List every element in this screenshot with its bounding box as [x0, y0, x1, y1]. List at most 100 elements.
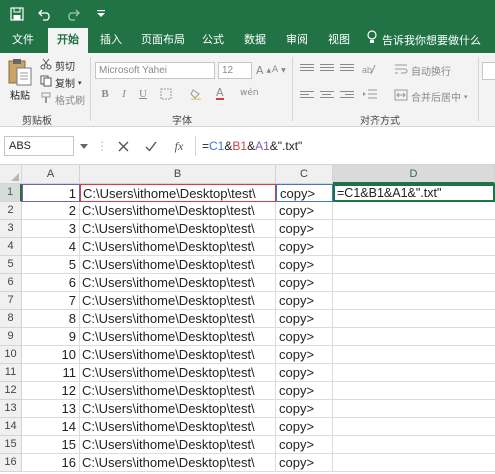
- cell-c[interactable]: copy>: [276, 400, 333, 418]
- row-header[interactable]: 13: [0, 400, 22, 418]
- cell-a[interactable]: 11: [22, 364, 80, 382]
- row-header[interactable]: 1: [0, 184, 22, 202]
- cell-a[interactable]: 2: [22, 202, 80, 220]
- tab-page-layout[interactable]: 页面布局: [136, 28, 190, 53]
- row-header[interactable]: 15: [0, 436, 22, 454]
- column-header-a[interactable]: A: [22, 165, 80, 184]
- cell-c[interactable]: copy>: [276, 436, 333, 454]
- tab-file[interactable]: 文件: [6, 28, 40, 53]
- cell-b[interactable]: C:\Users\ithome\Desktop\test\: [80, 220, 276, 238]
- cell-b[interactable]: C:\Users\ithome\Desktop\test\: [80, 454, 276, 472]
- tab-home[interactable]: 开始: [48, 28, 88, 53]
- formula-input[interactable]: =C1&B1&A1&".txt": [202, 136, 302, 156]
- tab-formulas[interactable]: 公式: [196, 28, 230, 53]
- cell-a[interactable]: 9: [22, 328, 80, 346]
- cell-c[interactable]: copy>: [276, 382, 333, 400]
- row-header[interactable]: 16: [0, 454, 22, 472]
- cell-d[interactable]: [333, 256, 495, 274]
- cell-d[interactable]: [333, 202, 495, 220]
- cell-a[interactable]: 4: [22, 238, 80, 256]
- cell-b[interactable]: C:\Users\ithome\Desktop\test\: [80, 274, 276, 292]
- cell-d[interactable]: [333, 346, 495, 364]
- cell-a[interactable]: 8: [22, 310, 80, 328]
- borders-icon[interactable]: [160, 88, 172, 100]
- wrap-text-button[interactable]: 自动换行: [394, 63, 451, 78]
- font-color-icon[interactable]: A: [216, 87, 224, 100]
- indent-icon[interactable]: [362, 88, 378, 100]
- column-header-b[interactable]: B: [80, 165, 276, 184]
- cell-c[interactable]: copy>: [276, 184, 333, 202]
- cancel-icon[interactable]: [114, 137, 132, 155]
- cell-c[interactable]: copy>: [276, 454, 333, 472]
- row-header[interactable]: 3: [0, 220, 22, 238]
- cell-d[interactable]: [333, 238, 495, 256]
- row-header[interactable]: 6: [0, 274, 22, 292]
- cell-b[interactable]: C:\Users\ithome\Desktop\test\: [80, 364, 276, 382]
- enter-check-icon[interactable]: [142, 137, 160, 155]
- bold-button[interactable]: B: [98, 87, 112, 101]
- cell-c[interactable]: copy>: [276, 220, 333, 238]
- save-icon[interactable]: [8, 5, 26, 23]
- shrink-font-icon[interactable]: A ▼: [272, 65, 286, 75]
- customize-icon[interactable]: [92, 5, 110, 23]
- tab-insert[interactable]: 插入: [94, 28, 128, 53]
- align-bottom-icon[interactable]: [340, 64, 354, 76]
- cell-c[interactable]: copy>: [276, 238, 333, 256]
- tab-view[interactable]: 视图: [322, 28, 356, 53]
- active-cell-d1[interactable]: =C1&B1&A1&".txt": [333, 184, 495, 202]
- cell-c[interactable]: copy>: [276, 418, 333, 436]
- font-size-box[interactable]: 12: [218, 62, 252, 79]
- cell-d[interactable]: [333, 274, 495, 292]
- column-header-c[interactable]: C: [276, 165, 333, 184]
- row-header[interactable]: 8: [0, 310, 22, 328]
- underline-button[interactable]: U: [136, 87, 150, 101]
- resize-handle-icon[interactable]: ⋮: [96, 139, 108, 153]
- align-right-icon[interactable]: [340, 91, 354, 103]
- tab-data[interactable]: 数据: [238, 28, 272, 53]
- cell-a[interactable]: 3: [22, 220, 80, 238]
- align-center-icon[interactable]: [320, 91, 334, 103]
- cell-a[interactable]: 15: [22, 436, 80, 454]
- cell-a[interactable]: 14: [22, 418, 80, 436]
- cell-d[interactable]: [333, 310, 495, 328]
- column-header-d[interactable]: D: [333, 165, 495, 184]
- cell-d[interactable]: [333, 220, 495, 238]
- fill-color-icon[interactable]: [190, 88, 202, 100]
- number-format-box[interactable]: [482, 62, 495, 80]
- cell-b[interactable]: C:\Users\ithome\Desktop\test\: [80, 436, 276, 454]
- align-top-icon[interactable]: [300, 64, 314, 76]
- align-left-icon[interactable]: [300, 91, 314, 103]
- row-header[interactable]: 14: [0, 418, 22, 436]
- cell-b[interactable]: C:\Users\ithome\Desktop\test\: [80, 256, 276, 274]
- cell-b[interactable]: C:\Users\ithome\Desktop\test\: [80, 346, 276, 364]
- cell-a[interactable]: 5: [22, 256, 80, 274]
- insert-function-icon[interactable]: fx: [170, 137, 188, 155]
- cell-a[interactable]: 12: [22, 382, 80, 400]
- cell-a[interactable]: 1: [22, 184, 80, 202]
- cell-c[interactable]: copy>: [276, 364, 333, 382]
- cell-c[interactable]: copy>: [276, 310, 333, 328]
- cell-d[interactable]: [333, 454, 495, 472]
- cell-a[interactable]: 7: [22, 292, 80, 310]
- cell-b[interactable]: C:\Users\ithome\Desktop\test\: [80, 292, 276, 310]
- chevron-down-icon[interactable]: [80, 140, 88, 153]
- merge-center-button[interactable]: 合并后居中 ▾: [394, 89, 468, 104]
- cell-d[interactable]: [333, 292, 495, 310]
- font-name-box[interactable]: Microsoft Yahei: [95, 62, 215, 79]
- orientation-icon[interactable]: ab: [362, 63, 376, 75]
- cell-d[interactable]: [333, 382, 495, 400]
- format-painter-button[interactable]: 格式刷: [40, 92, 85, 107]
- grow-font-icon[interactable]: A ▲: [256, 64, 271, 77]
- align-middle-icon[interactable]: [320, 64, 334, 76]
- row-header[interactable]: 2: [0, 202, 22, 220]
- row-header[interactable]: 7: [0, 292, 22, 310]
- row-header[interactable]: 10: [0, 346, 22, 364]
- undo-icon[interactable]: [36, 5, 54, 23]
- tell-me-box[interactable]: 告诉我你想要做什么: [366, 28, 481, 53]
- cell-a[interactable]: 16: [22, 454, 80, 472]
- cell-b[interactable]: C:\Users\ithome\Desktop\test\: [80, 418, 276, 436]
- copy-button[interactable]: 复制 ▾: [40, 75, 82, 90]
- cell-d[interactable]: [333, 400, 495, 418]
- cell-a[interactable]: 6: [22, 274, 80, 292]
- redo-icon[interactable]: [64, 5, 82, 23]
